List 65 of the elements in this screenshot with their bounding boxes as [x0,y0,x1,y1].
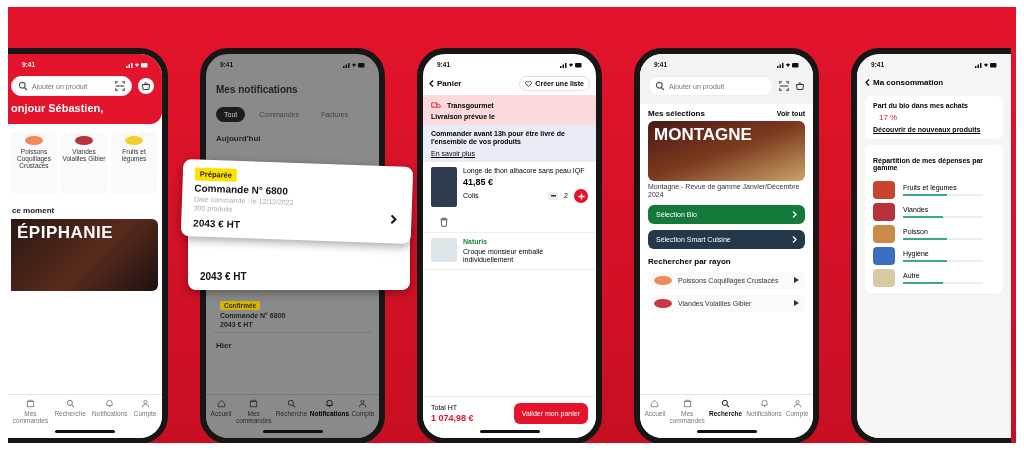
back-icon [429,80,434,87]
promo-banner[interactable]: ÉPIPHANIE [11,219,158,291]
section-title: Mes sélections [648,109,705,118]
box-icon [682,398,692,408]
food-picture [873,247,895,265]
person-icon [792,398,802,408]
signal-battery-icon [126,61,148,68]
bell-icon [759,398,769,408]
back-icon [865,79,870,86]
order-amount: 2043 € HT [193,217,241,230]
heart-icon [525,80,533,87]
greeting-text: onjour Sébastien, [11,102,105,114]
bio-share: 17 % [878,113,898,122]
bell-icon [105,398,115,408]
day-heading: Hier [215,340,233,352]
product-price: 41,85 € [463,176,495,188]
truck-icon [431,100,441,110]
basket-icon[interactable] [795,81,805,91]
food-picture [873,225,895,243]
chevron-icon [389,214,398,225]
back-link[interactable]: Panier [429,79,462,88]
section-title: Rechercher par rayon [648,256,731,266]
home-icon [216,398,226,408]
bell-icon [324,398,334,408]
screen-title: Mes notifications [215,83,299,97]
add-button[interactable] [574,189,588,204]
plus-icon [577,192,585,200]
minus-icon [550,195,556,198]
search-icon [655,81,665,91]
back-link[interactable]: Ma consommation [857,72,1011,93]
chevron-icon [792,235,797,243]
arrow-icon [794,277,799,284]
product-photo [431,166,457,207]
order-amount: 2043 € HT [200,271,247,282]
trash-icon[interactable] [439,216,449,227]
food-picture [873,203,895,221]
chevron-icon [792,210,797,218]
person-icon [140,398,150,408]
signal-battery-icon [560,61,582,68]
search-icon [287,398,297,408]
food-picture [125,136,143,145]
food-picture [25,136,43,145]
search-icon [721,398,731,408]
section-title: ce moment [11,205,56,217]
food-picture [873,181,895,199]
home-icon [650,398,660,408]
minus-button[interactable] [548,192,559,201]
search-icon [18,81,28,91]
signal-battery-icon [343,61,365,68]
scan-icon[interactable] [779,81,789,91]
signal-battery-icon [975,61,997,68]
box-icon [25,398,35,408]
arrow-icon [794,300,799,307]
promo-banner[interactable]: MONTAGNE [648,121,805,181]
box-icon [249,398,259,408]
product-photo [431,237,457,262]
day-heading: Aujourd'hui [215,133,262,145]
total-value: 1 074,98 € [431,413,474,423]
food-picture [75,136,93,145]
scan-icon[interactable] [115,81,125,91]
person-icon [358,398,368,408]
order-title: Commande N° 6800 [194,182,289,197]
signal-battery-icon [777,61,799,68]
search-icon [65,398,75,408]
food-picture [873,269,895,287]
